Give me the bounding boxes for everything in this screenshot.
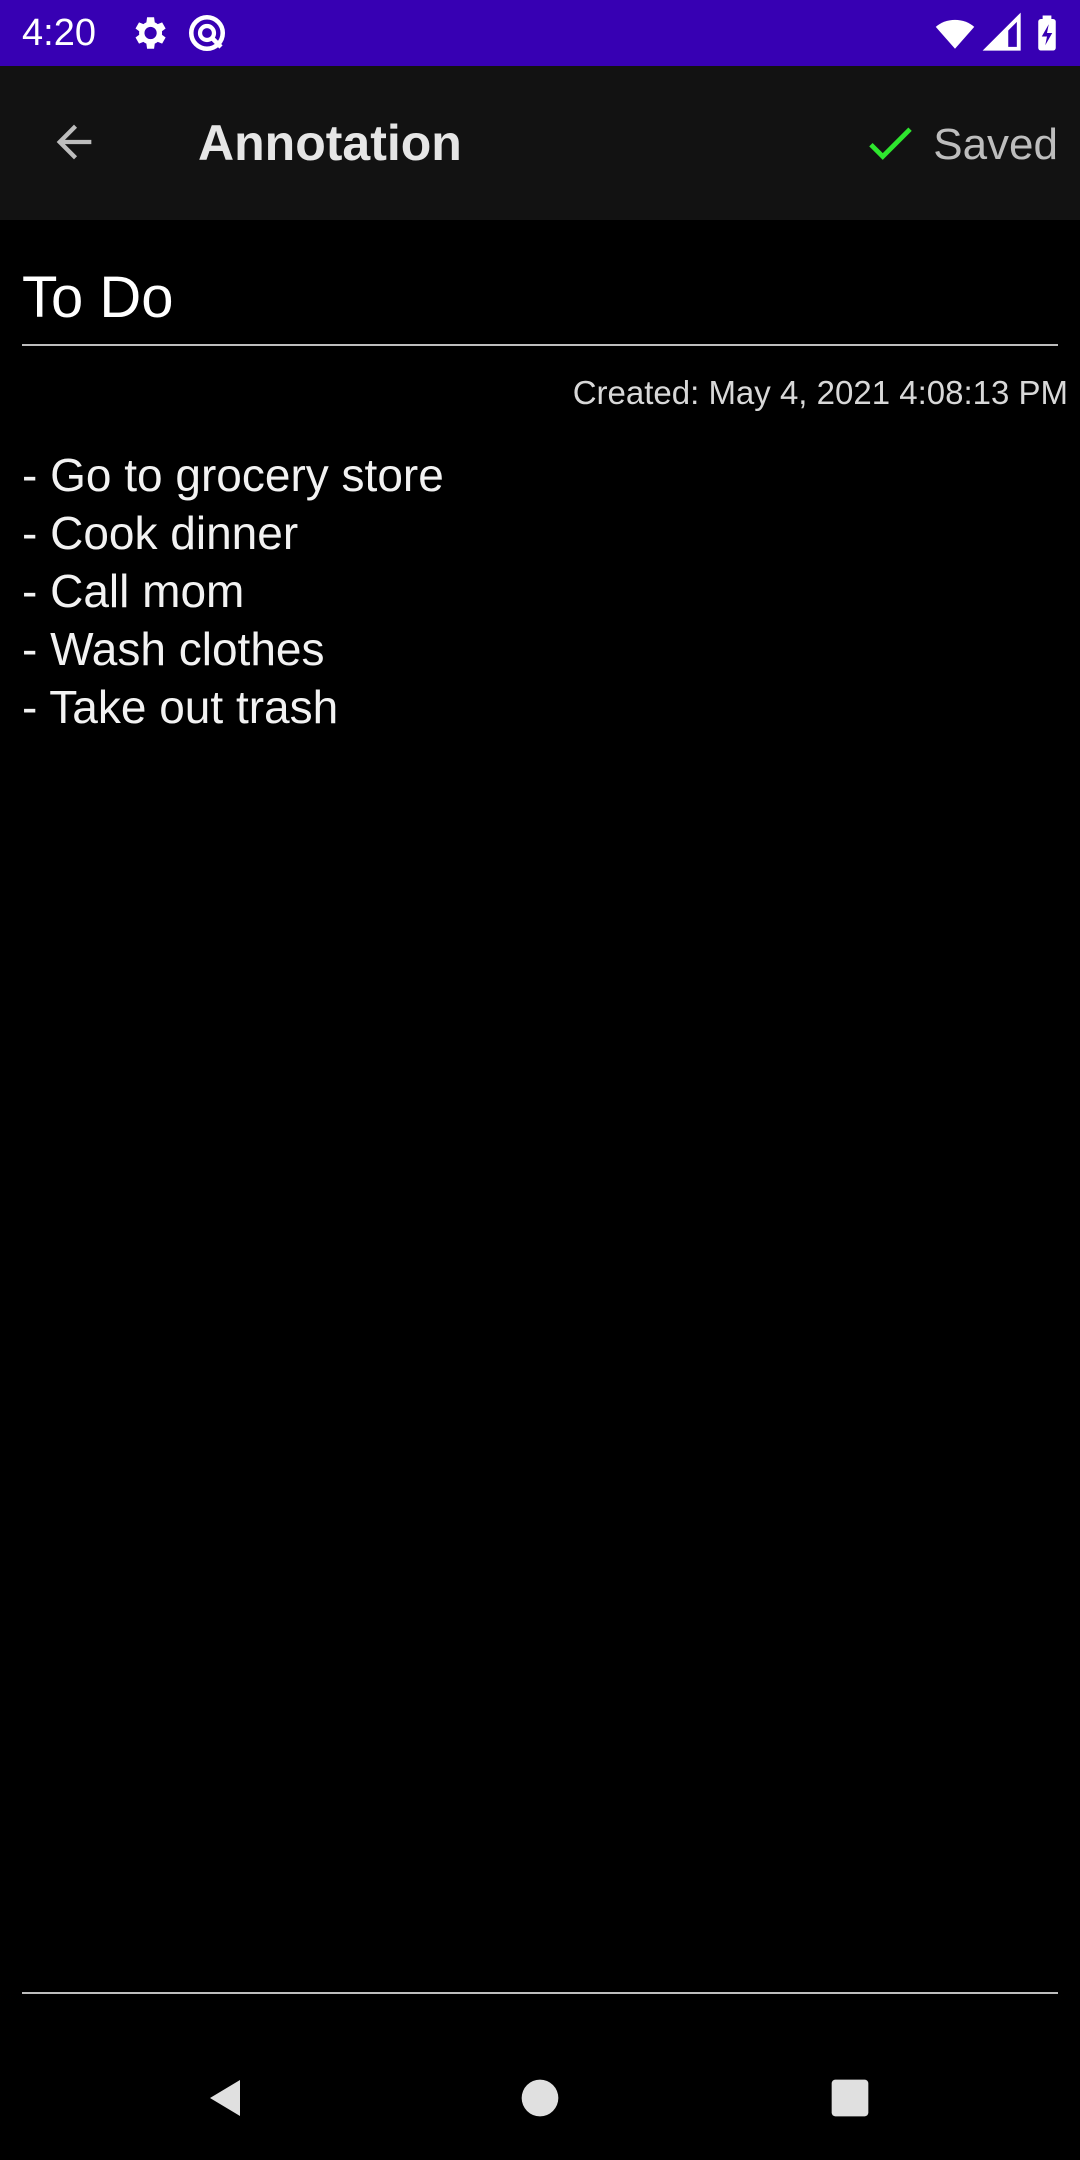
wifi-icon — [934, 12, 976, 54]
note-line: - Call mom — [22, 565, 245, 617]
nav-back-button[interactable] — [186, 2060, 266, 2140]
nav-recents-button[interactable] — [810, 2060, 890, 2140]
created-timestamp: Created: May 4, 2021 4:08:13 PM — [572, 374, 1068, 411]
saved-label: Saved — [933, 120, 1058, 169]
arrow-back-icon — [48, 116, 100, 173]
cell-signal-icon — [982, 12, 1024, 54]
app-bar: Annotation Saved — [0, 66, 1080, 220]
page-title: Annotation — [198, 115, 462, 171]
system-nav-bar — [0, 2040, 1080, 2160]
nav-home-icon — [518, 2076, 562, 2125]
data-saver-icon — [186, 12, 228, 54]
status-bar: 4:20 — [0, 0, 1080, 66]
note-body-field[interactable]: - Go to grocery store - Cook dinner - Ca… — [22, 446, 1058, 736]
status-time: 4:20 — [22, 12, 96, 54]
back-button[interactable] — [36, 106, 112, 182]
title-underline — [22, 344, 1058, 346]
saved-indicator: Saved — [861, 114, 1058, 176]
note-title-field[interactable]: To Do — [22, 262, 1058, 334]
nav-recents-icon — [828, 2076, 872, 2125]
nav-home-button[interactable] — [500, 2060, 580, 2140]
note-line: - Go to grocery store — [22, 449, 444, 501]
nav-back-icon — [202, 2074, 250, 2127]
note-line: - Cook dinner — [22, 507, 299, 559]
battery-charging-icon — [1026, 12, 1068, 54]
note-line: - Take out trash — [22, 681, 339, 733]
body-bottom-divider — [22, 1992, 1058, 1994]
settings-gear-icon — [128, 12, 170, 54]
note-line: - Wash clothes — [22, 623, 325, 675]
check-icon — [861, 114, 919, 177]
